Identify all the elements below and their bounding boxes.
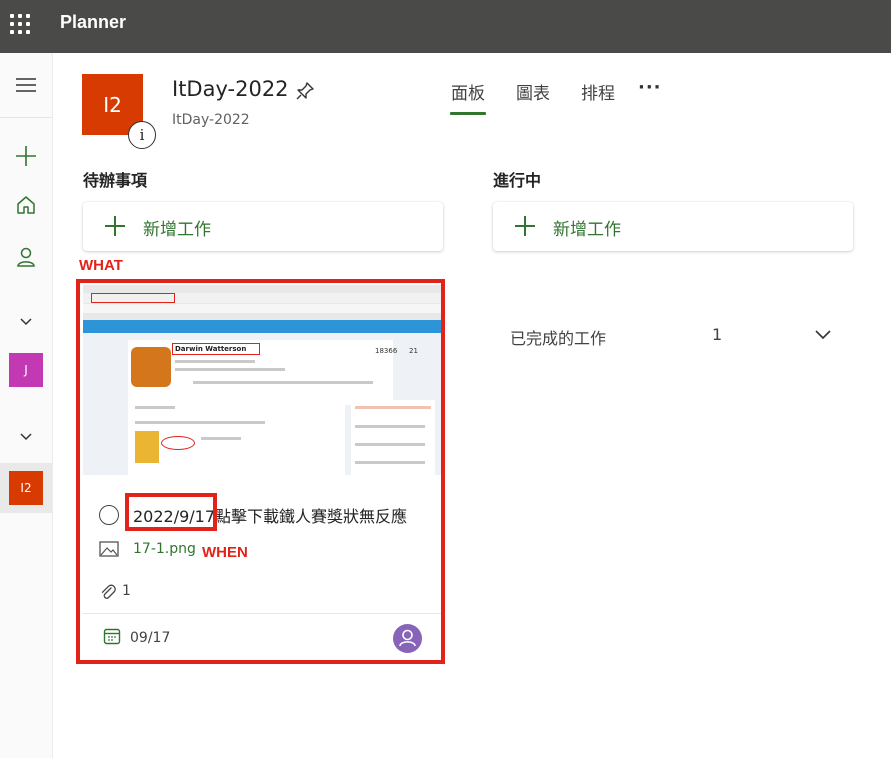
left-rail: J I2 [0, 53, 53, 758]
tab-board[interactable]: 面板 [451, 79, 485, 104]
plan-title: ItDay-2022 [172, 77, 289, 101]
add-task-label: 新增工作 [553, 220, 621, 240]
app-launcher-icon[interactable] [10, 14, 30, 34]
plan-group-name: ItDay-2022 [172, 112, 250, 128]
home-button[interactable] [6, 187, 46, 223]
chevron-down-icon[interactable] [814, 327, 832, 341]
plus-icon [513, 214, 537, 238]
annotation-date-highlight [125, 493, 217, 531]
new-plan-button[interactable] [6, 138, 46, 174]
plus-icon [16, 146, 36, 166]
tab-charts[interactable]: 圖表 [516, 79, 550, 104]
pin-icon[interactable] [294, 80, 316, 102]
expand-section-button-2[interactable] [6, 418, 46, 454]
assigned-to-me-button[interactable] [6, 239, 46, 275]
chevron-down-icon [20, 318, 32, 326]
app-title[interactable]: Planner [60, 12, 126, 33]
plan-i2-button[interactable]: I2 [6, 470, 46, 506]
completed-tasks-toggle[interactable]: 已完成的工作 [510, 325, 606, 349]
bucket-title-in-progress[interactable]: 進行中 [493, 167, 541, 191]
completed-tasks-count: 1 [712, 325, 723, 344]
active-tab-indicator [450, 112, 486, 115]
add-task-button-todo[interactable]: 新增工作 [83, 202, 443, 251]
add-task-label: 新增工作 [143, 220, 211, 240]
plan-info-icon[interactable]: i [128, 121, 156, 149]
hamburger-menu-button[interactable] [6, 67, 46, 103]
home-icon [17, 196, 35, 214]
group-avatar: J [9, 353, 43, 387]
annotation-task-highlight [76, 279, 445, 664]
rail-divider [0, 117, 52, 118]
group-j-button[interactable]: J [6, 352, 46, 388]
tab-schedule[interactable]: 排程 [581, 79, 615, 104]
expand-section-button[interactable] [6, 303, 46, 339]
add-task-button-in-progress[interactable]: 新增工作 [493, 202, 853, 251]
annotation-what: WHAT [79, 257, 123, 274]
more-options-button[interactable]: ··· [638, 77, 662, 98]
app-header: Planner [0, 0, 891, 53]
bucket-title-todo[interactable]: 待辦事項 [83, 167, 147, 191]
annotation-when: WHEN [202, 544, 248, 561]
person-icon [17, 247, 35, 267]
plus-icon [103, 214, 127, 238]
hamburger-icon [16, 78, 36, 92]
plan-avatar: I2 [9, 471, 43, 505]
chevron-down-icon [20, 433, 32, 441]
